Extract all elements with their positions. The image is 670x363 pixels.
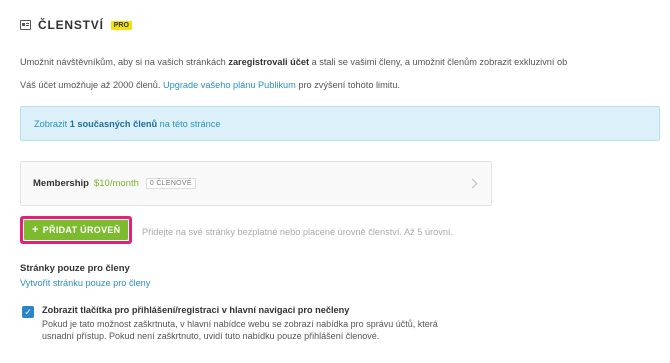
pro-badge: PRO bbox=[110, 20, 132, 30]
membership-tier-row[interactable]: Membership $10/month 0 ČLENOVÉ bbox=[20, 161, 492, 206]
add-tier-label: PŘIDAT ÚROVEŇ bbox=[42, 225, 121, 235]
members-pages-heading: Stránky pouze pro členy bbox=[20, 263, 130, 274]
checkmark-icon: ✓ bbox=[24, 306, 32, 317]
intro-text-start: Umožnit návštěvníkům, aby si na vašich s… bbox=[20, 57, 229, 67]
section-header: ČLENSTVÍ PRO bbox=[20, 18, 132, 32]
member-limit-end: pro zvýšení tohoto limitu. bbox=[295, 80, 400, 90]
current-members-suffix: na této stránce bbox=[159, 118, 221, 129]
plus-icon: + bbox=[32, 223, 39, 236]
tier-price: $10/month bbox=[93, 178, 139, 189]
chevron-right-icon[interactable] bbox=[467, 178, 478, 189]
add-tier-button[interactable]: + PŘIDAT ÚROVEŇ bbox=[24, 220, 129, 240]
member-limit-start: Váš účet umožňuje až 2000 členů. bbox=[20, 80, 164, 90]
member-limit-text: Váš účet umožňuje až 2000 členů. Upgrade… bbox=[20, 80, 400, 90]
current-members-prefix: Zobrazit bbox=[34, 118, 68, 129]
current-members-count[interactable]: 1 současných členů bbox=[70, 119, 157, 129]
current-members-banner[interactable]: Zobrazit 1 současných členů na této strá… bbox=[20, 106, 660, 141]
show-login-buttons-description: Pokud je tato možnost zaškrtnuta, v hlav… bbox=[42, 319, 438, 341]
tier-name: Membership bbox=[33, 178, 89, 189]
create-members-page-link[interactable]: Vytvořit stránku pouze pro členy bbox=[20, 278, 150, 288]
add-tier-help-text: Přidejte na své stránky bezplatné nebo p… bbox=[142, 227, 454, 237]
intro-text-end: a stali se vašimi členy, a umožnit členů… bbox=[309, 57, 568, 67]
add-tier-highlight: + PŘIDAT ÚROVEŇ bbox=[20, 216, 133, 244]
intro-text: Umožnit návštěvníkům, aby si na vašich s… bbox=[20, 57, 670, 67]
membership-card-icon bbox=[20, 20, 31, 30]
intro-text-bold: zaregistrovali účet bbox=[228, 57, 310, 67]
upgrade-plan-link[interactable]: Upgrade vašeho plánu Publikum bbox=[163, 80, 296, 90]
show-login-buttons-label[interactable]: Zobrazit tlačítka pro přihlášení/registr… bbox=[42, 305, 349, 315]
section-title: ČLENSTVÍ bbox=[38, 18, 104, 32]
show-login-buttons-checkbox[interactable]: ✓ bbox=[22, 306, 34, 318]
tier-member-count: 0 ČLENOVÉ bbox=[145, 178, 196, 189]
